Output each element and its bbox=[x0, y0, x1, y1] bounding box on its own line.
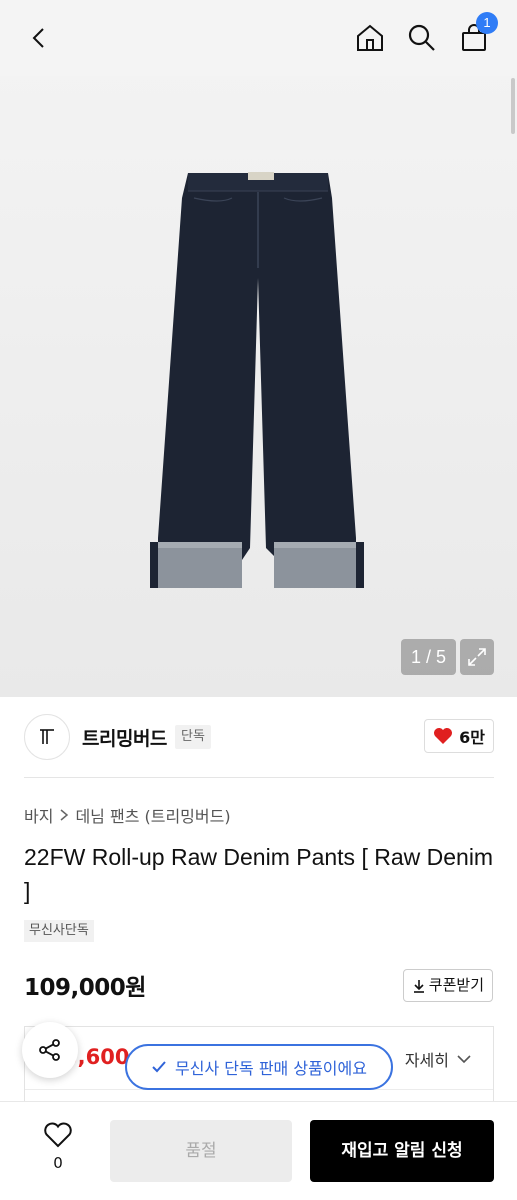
image-counter: 1 / 5 bbox=[401, 639, 456, 675]
exclusive-toast: 무신사 단독 판매 상품이에요 bbox=[125, 1044, 393, 1090]
breadcrumb: 바지 데님 팬츠 (트리밍버드) bbox=[24, 803, 231, 827]
scrollbar[interactable] bbox=[511, 78, 515, 134]
share-button[interactable] bbox=[22, 1022, 78, 1078]
cart-icon[interactable]: 1 bbox=[454, 12, 498, 58]
detail-label: 자세히 bbox=[404, 1051, 449, 1070]
restock-alert-button[interactable]: 재입고 알림 신청 bbox=[310, 1120, 494, 1182]
breadcrumb-item-subcategory[interactable]: 데님 팬츠 (트리밍버드) bbox=[75, 803, 230, 827]
coupon-label: 쿠폰받기 bbox=[428, 976, 484, 994]
coupon-button[interactable]: 쿠폰받기 bbox=[402, 969, 493, 1002]
product-price: 109,000원 bbox=[24, 975, 146, 1001]
search-icon[interactable] bbox=[402, 18, 442, 58]
heart-outline-icon bbox=[44, 1122, 72, 1148]
detail-link[interactable]: 자세히 bbox=[405, 1047, 471, 1071]
wish-button[interactable]: 0 bbox=[38, 1122, 78, 1172]
share-icon bbox=[39, 1039, 60, 1061]
cart-count-badge: 1 bbox=[476, 12, 498, 34]
chevron-right-icon bbox=[60, 809, 69, 821]
toast-text: 무신사 단독 판매 상품이에요 bbox=[175, 1059, 367, 1078]
heart-icon bbox=[434, 728, 453, 744]
soldout-button[interactable]: 품절 bbox=[110, 1120, 292, 1182]
home-icon[interactable] bbox=[350, 18, 390, 58]
download-icon bbox=[413, 979, 424, 993]
top-navigation-bar: 1 bbox=[0, 0, 517, 134]
brand-exclusive-tag: 단독 bbox=[175, 725, 211, 749]
product-image bbox=[150, 172, 364, 588]
brand-logo[interactable] bbox=[24, 714, 70, 760]
expand-icon[interactable] bbox=[460, 639, 494, 675]
wish-count: 0 bbox=[53, 1154, 63, 1172]
chevron-down-icon bbox=[457, 1055, 471, 1064]
brand-like-button[interactable]: 6만 bbox=[424, 719, 494, 753]
product-title: 22FW Roll-up Raw Denim Pants [ Raw Denim… bbox=[24, 844, 494, 904]
check-icon bbox=[152, 1061, 166, 1073]
divider bbox=[24, 777, 494, 778]
product-image-gallery[interactable]: 1 / 5 bbox=[0, 0, 517, 697]
product-exclusive-tag: 무신사단독 bbox=[24, 920, 94, 942]
brand-like-count: 6만 bbox=[459, 728, 485, 747]
breadcrumb-item-category[interactable]: 바지 bbox=[24, 803, 53, 827]
bottom-action-bar: 0 품절 재입고 알림 신청 bbox=[0, 1101, 517, 1200]
brand-row: 트리밍버드 단독 6만 bbox=[24, 712, 494, 762]
brand-name[interactable]: 트리밍버드 bbox=[82, 724, 167, 751]
back-icon[interactable] bbox=[20, 18, 60, 58]
